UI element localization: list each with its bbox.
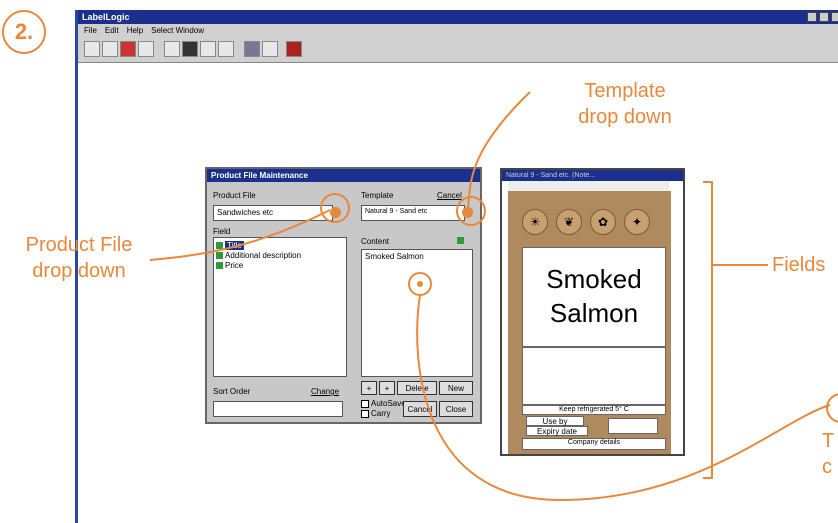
- template-highlight-ring: [456, 196, 486, 226]
- content-highlight-ring: [408, 272, 432, 296]
- content-callout-line: [416, 294, 831, 502]
- cut-annotation: T c: [822, 430, 835, 478]
- product-file-annotation: Product File drop down: [25, 234, 133, 282]
- fields-bracket: [703, 181, 713, 479]
- product-file-highlight-ring: [320, 193, 350, 223]
- template-annotation: Template drop down: [578, 80, 672, 128]
- template-callout-line: [467, 91, 531, 211]
- product-file-callout-line: [149, 209, 331, 261]
- fields-annotation: Fields: [772, 254, 826, 276]
